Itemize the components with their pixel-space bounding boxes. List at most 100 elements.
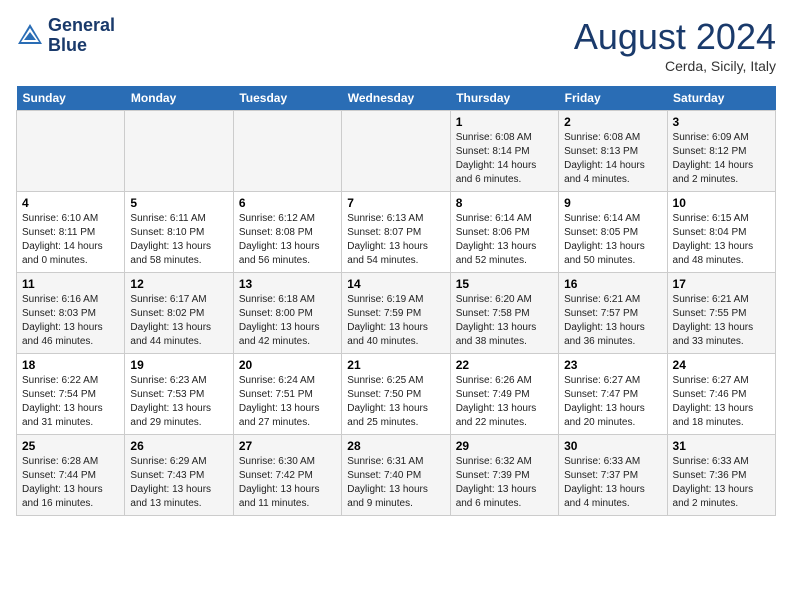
weekday-header-cell: Wednesday [342, 86, 450, 111]
calendar-day-cell: 17Sunrise: 6:21 AM Sunset: 7:55 PM Dayli… [667, 273, 775, 354]
day-number: 28 [347, 439, 444, 453]
day-info: Sunrise: 6:11 AM Sunset: 8:10 PM Dayligh… [130, 212, 227, 268]
month-title: August 2024 [574, 16, 776, 58]
day-info: Sunrise: 6:14 AM Sunset: 8:05 PM Dayligh… [564, 212, 661, 268]
day-info: Sunrise: 6:27 AM Sunset: 7:47 PM Dayligh… [564, 374, 661, 430]
day-info: Sunrise: 6:25 AM Sunset: 7:50 PM Dayligh… [347, 374, 444, 430]
day-info: Sunrise: 6:14 AM Sunset: 8:06 PM Dayligh… [456, 212, 553, 268]
day-info: Sunrise: 6:30 AM Sunset: 7:42 PM Dayligh… [239, 455, 336, 511]
day-info: Sunrise: 6:28 AM Sunset: 7:44 PM Dayligh… [22, 455, 119, 511]
day-number: 14 [347, 277, 444, 291]
calendar-week-row: 25 Sunrise: 6:28 AM Sunset: 7:44 PM Dayli… [17, 435, 776, 516]
day-number: 25 [22, 439, 119, 453]
day-number: 6 [239, 196, 336, 210]
calendar-day-cell: 6 Sunrise: 6:12 AM Sunset: 8:08 PM Daylig… [233, 192, 341, 273]
calendar-day-cell: 24 Sunrise: 6:27 AM Sunset: 7:46 PM Dayli… [667, 354, 775, 435]
calendar-day-cell: 10 Sunrise: 6:15 AM Sunset: 8:04 PM Dayli… [667, 192, 775, 273]
calendar-day-cell: 12Sunrise: 6:17 AM Sunset: 8:02 PM Dayli… [125, 273, 233, 354]
day-number: 15 [456, 277, 553, 291]
day-info: Sunrise: 6:24 AM Sunset: 7:51 PM Dayligh… [239, 374, 336, 430]
logo: General Blue [16, 16, 115, 56]
weekday-header-cell: Friday [559, 86, 667, 111]
day-number: 1 [456, 115, 553, 129]
day-info: Sunrise: 6:10 AM Sunset: 8:11 PM Dayligh… [22, 212, 119, 268]
day-info: Sunrise: 6:16 AM Sunset: 8:03 PM Dayligh… [22, 293, 119, 349]
day-number: 31 [673, 439, 770, 453]
day-info: Sunrise: 6:08 AM Sunset: 8:13 PM Dayligh… [564, 131, 661, 187]
day-info: Sunrise: 6:21 AM Sunset: 7:55 PM Dayligh… [673, 293, 770, 349]
calendar-week-row: 1 Sunrise: 6:08 AM Sunset: 8:14 PM Daylig… [17, 111, 776, 192]
day-number: 5 [130, 196, 227, 210]
calendar-day-cell: 5 Sunrise: 6:11 AM Sunset: 8:10 PM Daylig… [125, 192, 233, 273]
logo-text: General Blue [48, 16, 115, 56]
title-block: August 2024 Cerda, Sicily, Italy [574, 16, 776, 74]
calendar-day-cell [342, 111, 450, 192]
calendar-day-cell: 25 Sunrise: 6:28 AM Sunset: 7:44 PM Dayli… [17, 435, 125, 516]
weekday-header-cell: Monday [125, 86, 233, 111]
calendar-day-cell: 11Sunrise: 6:16 AM Sunset: 8:03 PM Dayli… [17, 273, 125, 354]
day-info: Sunrise: 6:13 AM Sunset: 8:07 PM Dayligh… [347, 212, 444, 268]
day-info: Sunrise: 6:12 AM Sunset: 8:08 PM Dayligh… [239, 212, 336, 268]
calendar-day-cell: 23 Sunrise: 6:27 AM Sunset: 7:47 PM Dayli… [559, 354, 667, 435]
day-info: Sunrise: 6:08 AM Sunset: 8:14 PM Dayligh… [456, 131, 553, 187]
calendar-day-cell: 8 Sunrise: 6:14 AM Sunset: 8:06 PM Daylig… [450, 192, 558, 273]
day-number: 29 [456, 439, 553, 453]
day-info: Sunrise: 6:27 AM Sunset: 7:46 PM Dayligh… [673, 374, 770, 430]
day-info: Sunrise: 6:32 AM Sunset: 7:39 PM Dayligh… [456, 455, 553, 511]
day-number: 3 [673, 115, 770, 129]
logo-icon [16, 22, 44, 50]
calendar-day-cell: 14 Sunrise: 6:19 AM Sunset: 7:59 PM Dayli… [342, 273, 450, 354]
day-info: Sunrise: 6:29 AM Sunset: 7:43 PM Dayligh… [130, 455, 227, 511]
day-number: 22 [456, 358, 553, 372]
day-number: 8 [456, 196, 553, 210]
day-number: 7 [347, 196, 444, 210]
calendar-week-row: 4 Sunrise: 6:10 AM Sunset: 8:11 PM Daylig… [17, 192, 776, 273]
calendar-week-row: 11Sunrise: 6:16 AM Sunset: 8:03 PM Dayli… [17, 273, 776, 354]
day-number: 30 [564, 439, 661, 453]
day-info: Sunrise: 6:33 AM Sunset: 7:36 PM Dayligh… [673, 455, 770, 511]
day-number: 19 [130, 358, 227, 372]
day-number: 20 [239, 358, 336, 372]
day-info: Sunrise: 6:22 AM Sunset: 7:54 PM Dayligh… [22, 374, 119, 430]
calendar-day-cell: 9Sunrise: 6:14 AM Sunset: 8:05 PM Daylig… [559, 192, 667, 273]
calendar-day-cell: 28 Sunrise: 6:31 AM Sunset: 7:40 PM Dayli… [342, 435, 450, 516]
day-number: 4 [22, 196, 119, 210]
day-number: 23 [564, 358, 661, 372]
day-info: Sunrise: 6:33 AM Sunset: 7:37 PM Dayligh… [564, 455, 661, 511]
page-header: General Blue August 2024 Cerda, Sicily, … [16, 16, 776, 74]
calendar-day-cell: 19 Sunrise: 6:23 AM Sunset: 7:53 PM Dayli… [125, 354, 233, 435]
location-subtitle: Cerda, Sicily, Italy [574, 58, 776, 74]
calendar-day-cell: 7 Sunrise: 6:13 AM Sunset: 8:07 PM Daylig… [342, 192, 450, 273]
calendar-day-cell: 4 Sunrise: 6:10 AM Sunset: 8:11 PM Daylig… [17, 192, 125, 273]
day-number: 24 [673, 358, 770, 372]
day-number: 2 [564, 115, 661, 129]
day-number: 12 [130, 277, 227, 291]
calendar-day-cell: 18Sunrise: 6:22 AM Sunset: 7:54 PM Dayli… [17, 354, 125, 435]
calendar-day-cell: 22 Sunrise: 6:26 AM Sunset: 7:49 PM Dayli… [450, 354, 558, 435]
day-info: Sunrise: 6:19 AM Sunset: 7:59 PM Dayligh… [347, 293, 444, 349]
calendar-day-cell: 1 Sunrise: 6:08 AM Sunset: 8:14 PM Daylig… [450, 111, 558, 192]
day-info: Sunrise: 6:23 AM Sunset: 7:53 PM Dayligh… [130, 374, 227, 430]
calendar-day-cell: 15 Sunrise: 6:20 AM Sunset: 7:58 PM Dayli… [450, 273, 558, 354]
calendar-day-cell [17, 111, 125, 192]
weekday-header-cell: Thursday [450, 86, 558, 111]
day-number: 27 [239, 439, 336, 453]
calendar-body: 1 Sunrise: 6:08 AM Sunset: 8:14 PM Daylig… [17, 111, 776, 516]
day-number: 16 [564, 277, 661, 291]
day-info: Sunrise: 6:20 AM Sunset: 7:58 PM Dayligh… [456, 293, 553, 349]
calendar-day-cell: 31 Sunrise: 6:33 AM Sunset: 7:36 PM Dayli… [667, 435, 775, 516]
calendar-day-cell: 30 Sunrise: 6:33 AM Sunset: 7:37 PM Dayli… [559, 435, 667, 516]
calendar-day-cell: 3Sunrise: 6:09 AM Sunset: 8:12 PM Daylig… [667, 111, 775, 192]
day-info: Sunrise: 6:26 AM Sunset: 7:49 PM Dayligh… [456, 374, 553, 430]
calendar-day-cell [125, 111, 233, 192]
weekday-header-cell: Saturday [667, 86, 775, 111]
day-info: Sunrise: 6:31 AM Sunset: 7:40 PM Dayligh… [347, 455, 444, 511]
weekday-header-row: SundayMondayTuesdayWednesdayThursdayFrid… [17, 86, 776, 111]
day-number: 10 [673, 196, 770, 210]
day-number: 21 [347, 358, 444, 372]
day-info: Sunrise: 6:21 AM Sunset: 7:57 PM Dayligh… [564, 293, 661, 349]
day-info: Sunrise: 6:15 AM Sunset: 8:04 PM Dayligh… [673, 212, 770, 268]
calendar-day-cell: 26Sunrise: 6:29 AM Sunset: 7:43 PM Dayli… [125, 435, 233, 516]
calendar-day-cell: 16 Sunrise: 6:21 AM Sunset: 7:57 PM Dayli… [559, 273, 667, 354]
calendar-day-cell: 2 Sunrise: 6:08 AM Sunset: 8:13 PM Daylig… [559, 111, 667, 192]
